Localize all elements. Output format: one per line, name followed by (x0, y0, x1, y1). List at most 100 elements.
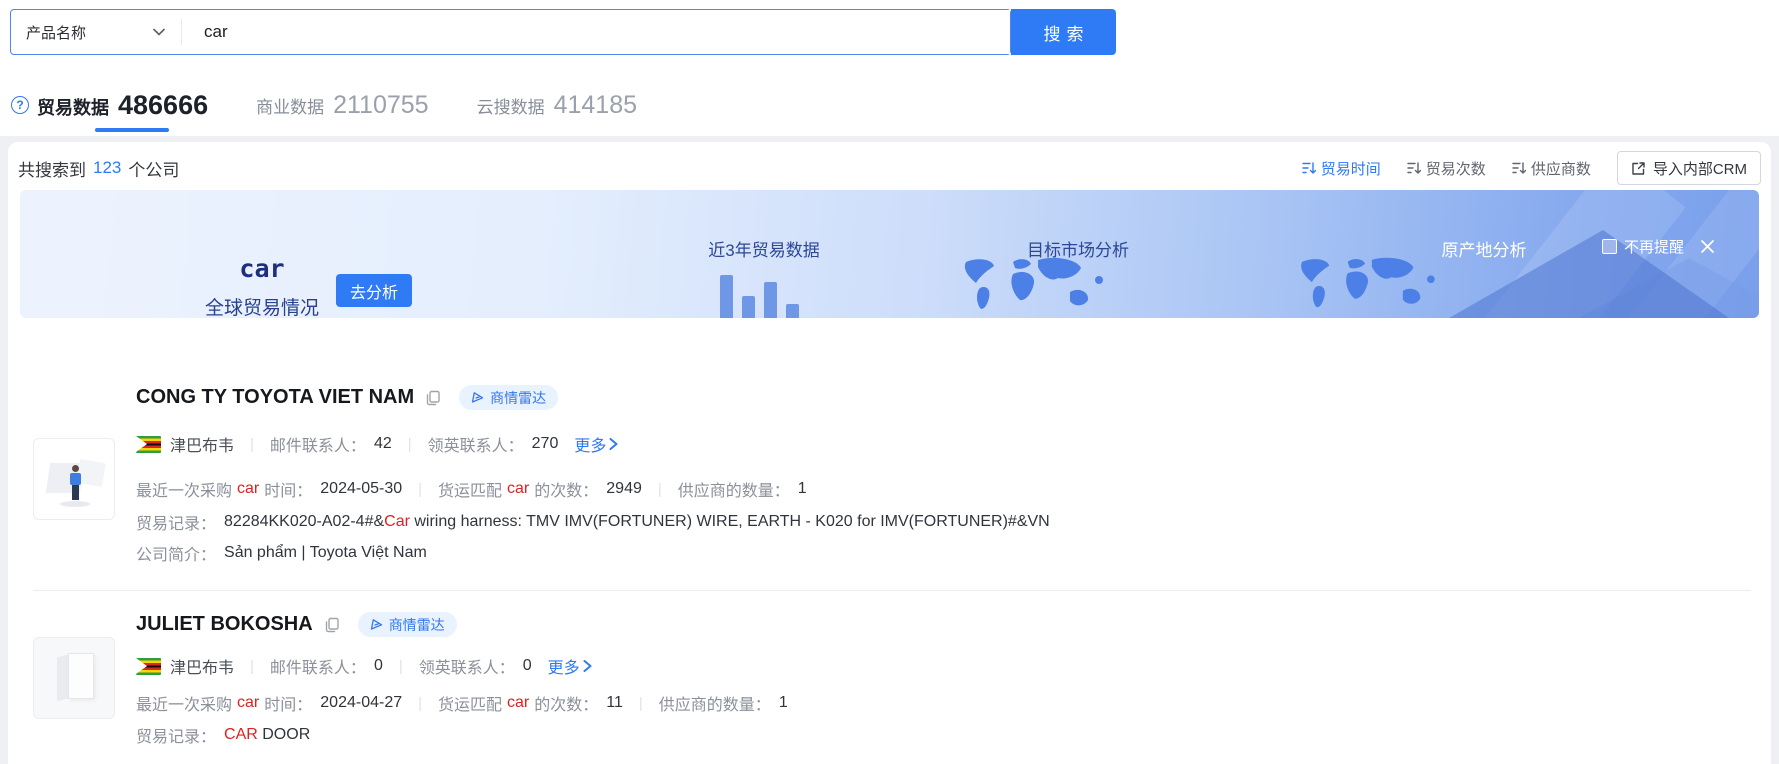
trade-record-post: wiring harness: TMV IMV(FORTUNER) WIRE, … (410, 513, 1050, 531)
company-name-link[interactable]: JULIET BOKOSHA (136, 613, 313, 636)
company-title-row: JULIET BOKOSHA 商情雷达 (136, 612, 457, 637)
keyword-highlight: car (237, 480, 259, 498)
sort-supplier-count[interactable]: 供应商数 (1512, 158, 1591, 179)
email-contacts-value: 42 (374, 435, 392, 453)
company-thumbnail[interactable] (33, 637, 115, 719)
trade-bar (742, 296, 755, 318)
more-label: 更多 (574, 432, 606, 456)
banner-keyword-block: car 全球贸易情况 (192, 254, 332, 318)
keyword-highlight: Car (384, 513, 410, 531)
results-bar: 共搜索到 123 个公司 贸易时间 贸易次数 (8, 150, 1771, 186)
chevron-right-icon (609, 438, 618, 450)
search-category-select[interactable]: 产品名称 (11, 10, 181, 54)
product-image (57, 655, 68, 702)
email-contacts-value: 0 (374, 657, 383, 675)
company-contacts-row: 津巴布韦 | 邮件联系人： 42 | 领英联系人： 270 更多 (136, 432, 618, 456)
dismiss-label: 不再提醒 (1624, 236, 1684, 257)
keyword-highlight: car (507, 694, 529, 712)
tab-cloud-search-data[interactable]: 云搜数据 414185 (477, 91, 637, 120)
separator: | (250, 658, 254, 675)
trade-record-pre: 82284KK020-A02-4#& (224, 513, 384, 531)
results-summary: 共搜索到 123 个公司 (18, 156, 179, 181)
export-icon (1631, 161, 1646, 176)
company-trade-record-row: 贸易记录： 82284KK020-A02-4#& Car wiring harn… (136, 510, 1050, 534)
more-link[interactable]: 更多 (548, 654, 592, 678)
help-icon[interactable]: ? (11, 96, 29, 114)
separator: | (399, 658, 403, 675)
more-link[interactable]: 更多 (574, 432, 618, 456)
page: 产品名称 搜索 ? 贸易数据 486666 商业数据 2110755 云搜数据 … (0, 0, 1779, 764)
company-profile-row: 公司简介： Sản phẩm | Toyota Việt Nam (136, 541, 427, 565)
linkedin-contacts-label: 领英联系人： (428, 432, 524, 456)
search-box: 产品名称 (10, 9, 1011, 55)
trade-bar (764, 282, 777, 318)
banner-subtitle: 全球贸易情况 (192, 293, 332, 318)
zimbabwe-flag-icon (136, 658, 161, 675)
company-thumbnail[interactable] (33, 438, 115, 520)
last-purchase-label-post: 时间： (264, 691, 312, 715)
company-title-row: CONG TY TOYOTA VIET NAM 商情雷达 (136, 385, 558, 410)
profile-label: 公司简介： (136, 541, 216, 565)
tabs-row: ? 贸易数据 486666 商业数据 2110755 云搜数据 414185 (11, 82, 685, 128)
tab-label: 商业数据 (256, 93, 324, 118)
company-trade-stats-row: 最近一次采购 car 时间： 2024-04-27 | 货运匹配 car 的次数… (136, 691, 788, 715)
separator: | (250, 436, 254, 453)
separator: | (658, 481, 662, 498)
analyze-button[interactable]: 去分析 (336, 274, 412, 307)
placeholder-shadow (60, 501, 90, 507)
tab-label: 贸易数据 (37, 94, 109, 120)
linkedin-contacts-label: 领英联系人： (419, 654, 515, 678)
sort-icon (1407, 161, 1421, 175)
last-purchase-label-post: 时间： (264, 477, 312, 501)
email-contacts-label: 邮件联系人： (270, 654, 366, 678)
trade-record-label: 贸易记录： (136, 723, 216, 747)
suppliers-label: 供应商的数量： (659, 691, 771, 715)
copy-icon[interactable] (425, 390, 441, 406)
radar-badge[interactable]: 商情雷达 (459, 385, 558, 410)
trade-record-label: 贸易记录： (136, 510, 216, 534)
linkedin-contacts-value: 270 (532, 435, 559, 453)
search-input[interactable] (182, 10, 1010, 54)
sort-icon (1302, 161, 1316, 175)
placeholder-person (70, 473, 81, 485)
copy-icon[interactable] (324, 617, 340, 633)
supplier-count: 1 (798, 480, 807, 498)
world-map-icon (958, 256, 1108, 318)
company-trade-stats-row: 最近一次采购 car 时间： 2024-05-30 | 货运匹配 car 的次数… (136, 477, 807, 501)
country-name: 津巴布韦 (170, 654, 234, 678)
radar-icon (471, 391, 484, 404)
results-bar-actions: 贸易时间 贸易次数 供应商数 (1302, 151, 1761, 185)
product-image (68, 653, 94, 699)
radar-badge-label: 商情雷达 (490, 388, 546, 408)
sort-label: 贸易次数 (1426, 158, 1486, 179)
tab-count: 2110755 (333, 91, 428, 120)
sort-label: 贸易时间 (1321, 158, 1381, 179)
search-button[interactable]: 搜索 (1011, 9, 1116, 55)
separator: | (418, 481, 422, 498)
freight-count: 11 (606, 694, 623, 712)
radar-badge-label: 商情雷达 (389, 615, 445, 635)
summary-suffix: 个公司 (128, 156, 179, 181)
tab-label: 云搜数据 (477, 93, 545, 118)
keyword-highlight: CAR (224, 726, 258, 744)
supplier-count: 1 (779, 694, 788, 712)
email-contacts-label: 邮件联系人： (270, 432, 366, 456)
placeholder-person (72, 485, 79, 500)
world-map-icon (1288, 256, 1446, 316)
sort-trade-count[interactable]: 贸易次数 (1407, 158, 1486, 179)
banner-keyword: car (192, 254, 332, 283)
radar-badge[interactable]: 商情雷达 (358, 612, 457, 637)
tab-trade-data[interactable]: 贸易数据 486666 (37, 90, 208, 121)
keyword-highlight: car (507, 480, 529, 498)
tab-count: 486666 (118, 90, 208, 121)
freight-label-post: 的次数： (534, 691, 598, 715)
dismiss-checkbox[interactable] (1602, 239, 1617, 254)
close-icon[interactable] (1700, 239, 1715, 254)
import-crm-button[interactable]: 导入内部CRM (1617, 151, 1761, 185)
banner-dismiss: 不再提醒 (1602, 236, 1715, 257)
tab-business-data[interactable]: 商业数据 2110755 (256, 91, 428, 120)
sort-trade-time[interactable]: 贸易时间 (1302, 158, 1381, 179)
sort-label: 供应商数 (1531, 158, 1591, 179)
trade-bar (786, 304, 799, 318)
company-name-link[interactable]: CONG TY TOYOTA VIET NAM (136, 386, 414, 409)
